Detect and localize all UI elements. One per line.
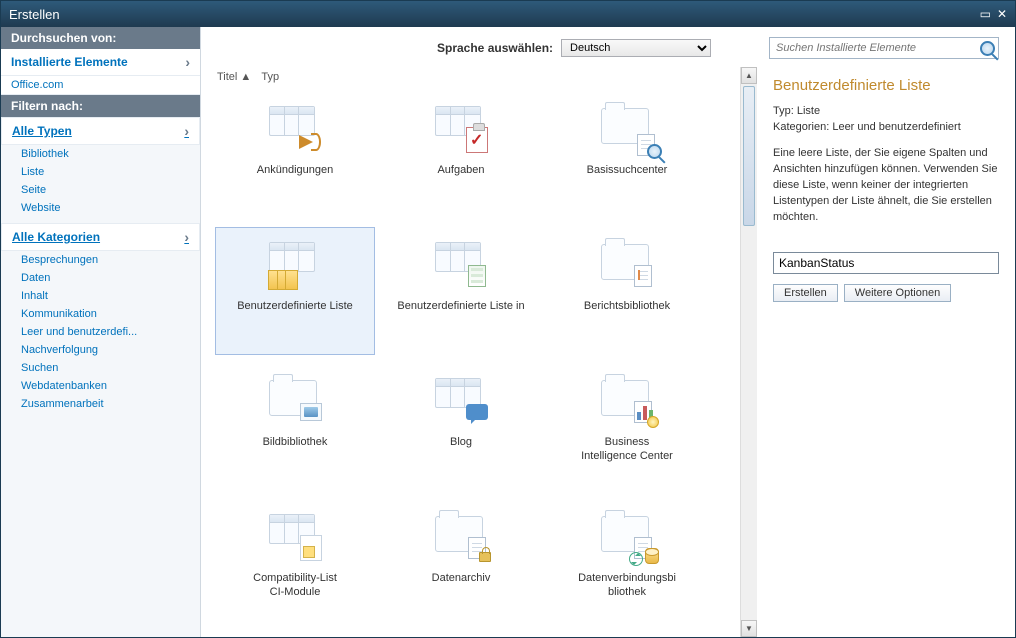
- details-meta: Typ: Liste Kategorien: Leer und benutzer…: [773, 104, 999, 136]
- sidebar-category-item[interactable]: Kommunikation: [1, 305, 200, 323]
- catalog-tile[interactable]: Benutzerdefinierte Liste: [215, 227, 375, 355]
- catalog-tile[interactable]: Datenverbindungsbibliothek: [547, 499, 707, 627]
- sidebar-source-label: Installierte Elemente: [11, 55, 128, 69]
- piclib-icon: [265, 376, 325, 426]
- tile-label: Datenarchiv: [432, 572, 491, 586]
- filter-all-categories-label: Alle Kategorien: [12, 230, 100, 244]
- sidebar-type-item[interactable]: Bibliothek: [1, 145, 200, 163]
- tile-label: Aufgaben: [437, 164, 484, 178]
- sidebar: Durchsuchen von: Installierte Elemente ›…: [1, 27, 201, 637]
- name-input[interactable]: [773, 252, 999, 274]
- catalog-tile[interactable]: Datenarchiv: [381, 499, 541, 627]
- compat-icon: [265, 512, 325, 562]
- filter-header: Filtern nach:: [1, 95, 200, 117]
- catalog-tile[interactable]: Benutzerdefinierte Liste in: [381, 227, 541, 355]
- scroll-thumb[interactable]: [743, 86, 755, 226]
- scroll-down-button[interactable]: ▼: [741, 620, 757, 637]
- details-panel: Benutzerdefinierte Liste Typ: Liste Kate…: [757, 67, 1015, 637]
- search-input[interactable]: [770, 38, 976, 58]
- blog-icon: [431, 376, 491, 426]
- scrollbar: ▲ ▼: [740, 67, 757, 637]
- details-title: Benutzerdefinierte Liste: [773, 77, 999, 94]
- window-controls: ▭ ✕: [980, 7, 1007, 21]
- sidebar-category-item[interactable]: Besprechungen: [1, 251, 200, 269]
- catalog-tile[interactable]: BusinessIntelligence Center: [547, 363, 707, 491]
- sidebar-type-item[interactable]: Liste: [1, 163, 200, 181]
- sort-by-title[interactable]: Titel ▲: [217, 71, 251, 83]
- reportlib-icon: [597, 240, 657, 290]
- catalog-tile[interactable]: Aufgaben: [381, 91, 541, 219]
- tasks-icon: [431, 104, 491, 154]
- chevron-right-icon: ›: [185, 54, 190, 70]
- announce-icon: [265, 104, 325, 154]
- tile-label: Ankündigungen: [257, 164, 333, 178]
- titlebar: Erstellen ▭ ✕: [1, 1, 1015, 27]
- catalog-tile[interactable]: Berichtsbibliothek: [547, 227, 707, 355]
- sidebar-category-item[interactable]: Nachverfolgung: [1, 341, 200, 359]
- tile-label: Bildbibliothek: [263, 436, 328, 450]
- sidebar-category-item[interactable]: Inhalt: [1, 287, 200, 305]
- sidebar-category-item[interactable]: Webdatenbanken: [1, 377, 200, 395]
- sidebar-category-item[interactable]: Leer und benutzerdefi...: [1, 323, 200, 341]
- tile-label: Benutzerdefinierte Liste: [237, 300, 353, 314]
- sidebar-source-installed[interactable]: Installierte Elemente ›: [1, 49, 200, 76]
- searchcenter-icon: [597, 104, 657, 154]
- close-icon[interactable]: ✕: [997, 7, 1007, 21]
- catalog: Titel ▲ Typ Ankündigungen Aufgaben Basissu…: [201, 67, 740, 637]
- customlist-icon: [265, 240, 325, 290]
- more-options-button[interactable]: Weitere Optionen: [844, 284, 951, 302]
- window-title: Erstellen: [9, 7, 60, 22]
- archive-icon: [431, 512, 491, 562]
- chevron-right-icon: ›: [184, 123, 189, 139]
- filter-all-types[interactable]: Alle Typen ›: [1, 117, 200, 145]
- search-button[interactable]: [976, 38, 998, 58]
- filter-all-categories[interactable]: Alle Kategorien ›: [1, 223, 200, 251]
- browse-header: Durchsuchen von:: [1, 27, 200, 49]
- tile-label: Benutzerdefinierte Liste in: [397, 300, 524, 314]
- catalog-tile[interactable]: Compatibility-ListCI-Module: [215, 499, 375, 627]
- tile-label: Basissuchcenter: [587, 164, 668, 178]
- sidebar-category-item[interactable]: Zusammenarbeit: [1, 395, 200, 413]
- catalog-tile[interactable]: Blog: [381, 363, 541, 491]
- scroll-track[interactable]: [741, 84, 757, 620]
- chevron-right-icon: ›: [184, 229, 189, 245]
- sort-row: Titel ▲ Typ: [211, 67, 730, 87]
- create-button[interactable]: Erstellen: [773, 284, 838, 302]
- sidebar-type-item[interactable]: Website: [1, 199, 200, 217]
- details-description: Eine leere Liste, der Sie eigene Spalten…: [773, 146, 999, 226]
- maximize-icon[interactable]: ▭: [980, 7, 991, 21]
- catalog-tile[interactable]: Basissuchcenter: [547, 91, 707, 219]
- catalog-tile[interactable]: Bildbibliothek: [215, 363, 375, 491]
- sidebar-source-officecom[interactable]: Office.com: [1, 76, 200, 95]
- tile-label: BusinessIntelligence Center: [581, 436, 673, 464]
- tile-label: Berichtsbibliothek: [584, 300, 670, 314]
- language-select[interactable]: Deutsch: [561, 39, 711, 57]
- dataconn-icon: [597, 512, 657, 562]
- tile-label: Datenverbindungsbibliothek: [578, 572, 676, 600]
- language-label: Sprache auswählen:: [437, 41, 553, 55]
- sidebar-category-item[interactable]: Suchen: [1, 359, 200, 377]
- search-icon: [980, 41, 995, 56]
- tile-label: Blog: [450, 436, 472, 450]
- search-box: [769, 37, 999, 59]
- sidebar-category-item[interactable]: Daten: [1, 269, 200, 287]
- scroll-up-button[interactable]: ▲: [741, 67, 757, 84]
- catalog-tile[interactable]: Ankündigungen: [215, 91, 375, 219]
- filter-all-types-label: Alle Typen: [12, 124, 72, 138]
- bi-icon: [597, 376, 657, 426]
- tile-label: Compatibility-ListCI-Module: [253, 572, 337, 600]
- customlist2-icon: [431, 240, 491, 290]
- sort-by-type[interactable]: Typ: [261, 71, 279, 83]
- topbar: Sprache auswählen: Deutsch: [201, 27, 1015, 67]
- sidebar-type-item[interactable]: Seite: [1, 181, 200, 199]
